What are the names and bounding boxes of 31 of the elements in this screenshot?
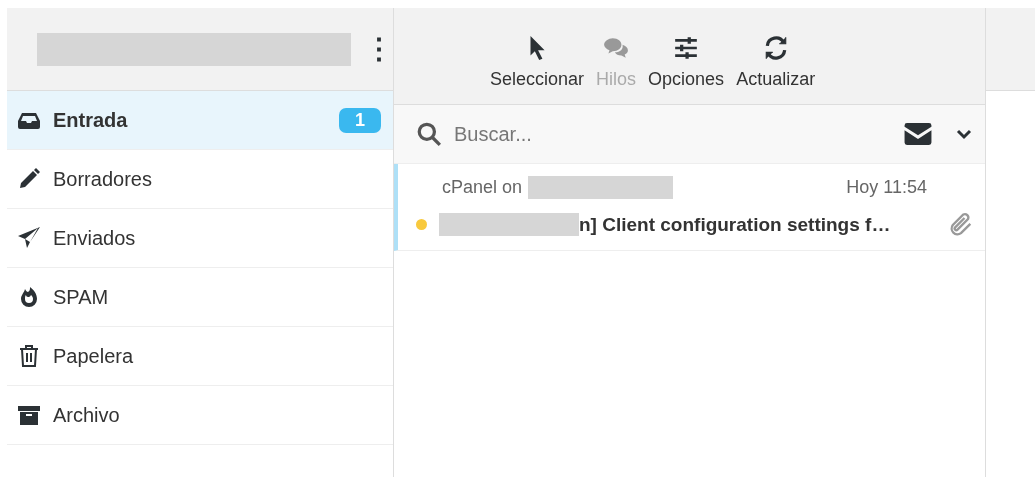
chat-bubbles-icon	[603, 35, 630, 61]
unread-count-badge: 1	[339, 107, 381, 133]
folder-item[interactable]: Papelera	[7, 327, 393, 386]
pencil-icon	[17, 167, 41, 191]
toolbar-button[interactable]: Opciones	[646, 35, 727, 90]
sliders-icon	[673, 35, 700, 61]
trash-icon	[17, 344, 41, 368]
message-time: Hoy 11:54	[846, 176, 927, 198]
message-subject: n] Client configuration settings f…	[579, 213, 891, 236]
folder-item[interactable]: SPAM	[7, 268, 393, 327]
folder-item[interactable]: Entrada 1	[7, 91, 393, 150]
folder-item[interactable]: Borradores	[7, 150, 393, 209]
search-field[interactable]: Buscar...	[394, 105, 985, 164]
folder-item[interactable]: Archivo	[7, 386, 393, 445]
toolbar-button[interactable]: Actualizar	[734, 35, 818, 90]
search-input[interactable]: Buscar...	[452, 121, 893, 147]
folder-label: Archivo	[53, 403, 121, 427]
envelope-icon[interactable]	[903, 123, 933, 145]
paper-plane-icon	[17, 226, 41, 250]
folder-label: Entrada	[53, 108, 129, 132]
folder-label: Enviados	[53, 226, 137, 250]
toolbar-button[interactable]: Seleccionar	[488, 35, 587, 90]
menu-button[interactable]: ⋮	[365, 35, 381, 63]
search-icon	[416, 121, 442, 147]
archive-box-icon	[17, 403, 41, 427]
message-item[interactable]: cPanel on Hoy 11:54 n] Client configuration settings f…	[394, 164, 985, 251]
folder-label: Borradores	[53, 167, 153, 191]
folder-label: Papelera	[53, 344, 135, 368]
folder-label: SPAM	[53, 285, 110, 309]
folder-item[interactable]: Enviados	[7, 209, 393, 268]
message-sender: cPanel on	[441, 176, 523, 198]
